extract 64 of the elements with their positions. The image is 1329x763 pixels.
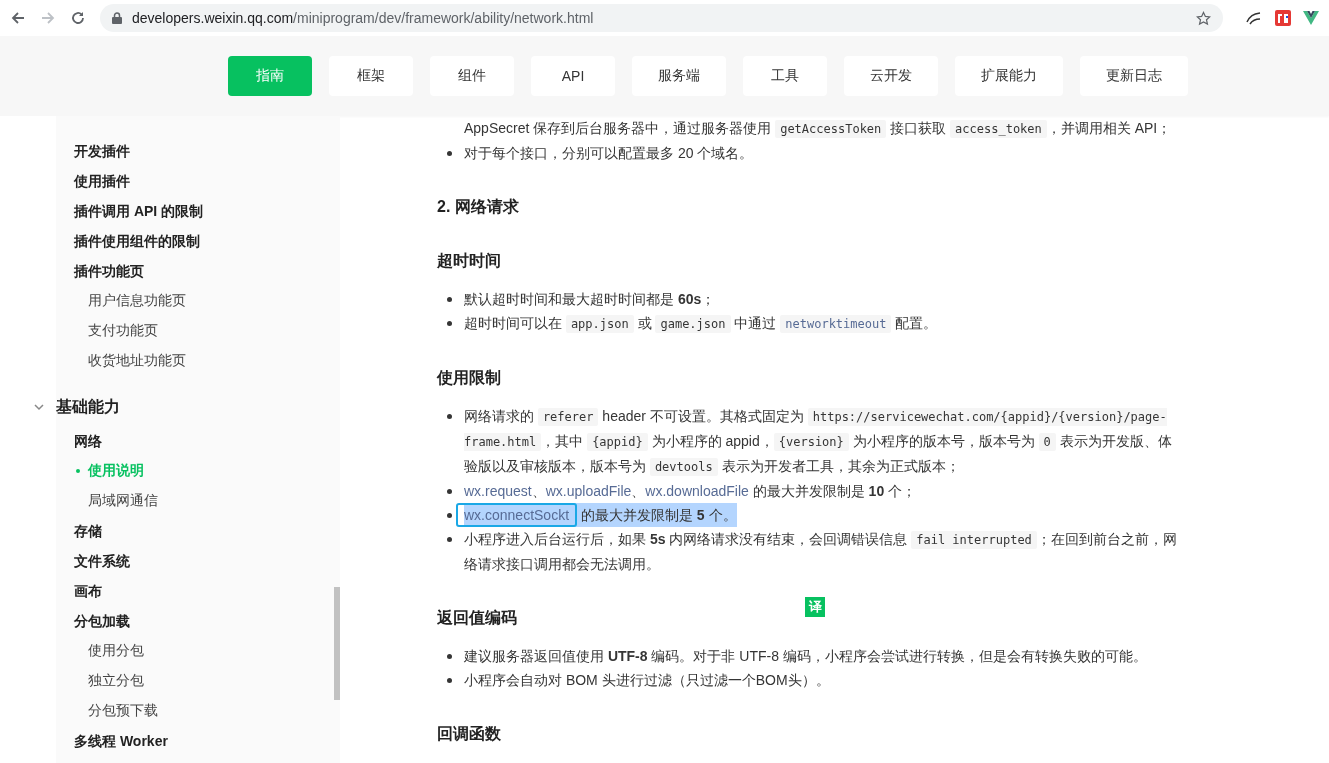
back-icon[interactable] [10, 10, 26, 26]
sidebar-item[interactable]: 插件功能页 [74, 256, 144, 286]
list-item-text: 默认超时时间和最大超时时间都是 60s； [464, 290, 717, 309]
nav-tab[interactable]: 扩展能力 [955, 56, 1063, 96]
scrollbar-thumb[interactable] [334, 587, 340, 700]
sidebar-item[interactable]: 支付功能页 [88, 316, 158, 346]
bullet-dot [447, 489, 452, 494]
bullet-dot [447, 513, 452, 518]
list-item-text: 小程序进入后台运行后，如果 5s 内网络请求没有结束，会回调错误信息 fail interrupted ；在回到前台之前，网络请求接口调用都会无法调用。 [464, 530, 1178, 574]
list-item-text: wx.request、wx.uploadFile、wx.downloadFile 的最大并发限制是 10 个； [464, 482, 918, 501]
nav-tab[interactable]: 工具 [743, 56, 827, 96]
sidebar-item[interactable]: 分包预下载 [88, 696, 158, 726]
list-item-text: 小程序会自动对 BOM 头进行过滤（只过滤一个BOM头）。 [464, 671, 831, 690]
list-item-text: 网络请求的 referer header 不可设置。其格式固定为 https://servicewechat.com/{appid}/{version}/page-frame.html ，其中 {appid} 为小程序的 appid， {version} 为小程序的版本号，版本号为 0 表示为开发版、体验版以及审核版本，版本号为 devtools 表示为开发者工具，其余为正式版本； [464, 407, 1173, 478]
list-item-text: 超时时间可以在 app.json 或 game.json 中通过 networktimeout 配置。 [464, 314, 939, 335]
star-icon[interactable] [1196, 10, 1211, 26]
address-bar[interactable]: developers.weixin.qq.com/miniprogram/dev/framework/ability/network.html [100, 4, 1223, 32]
nav-tab[interactable]: 组件 [430, 56, 514, 96]
link[interactable]: wx.connectSockt [456, 503, 578, 527]
sidebar-item[interactable]: 用户信息功能页 [88, 286, 186, 316]
sidebar-item[interactable]: 多线程 Worker [74, 726, 168, 756]
subsection-heading: 回调函数 [437, 724, 501, 744]
bullet-dot [447, 678, 452, 683]
link[interactable]: wx.request [464, 483, 532, 499]
nav-tab[interactable]: 更新日志 [1080, 56, 1188, 96]
sidebar-item[interactable]: 画布 [74, 576, 102, 606]
nav-tab[interactable]: 云开发 [844, 56, 938, 96]
list-item-text: AppSecret 保存到后台服务器中，通过服务器使用 getAccessToken 接口获取 access_token ，并调用相关 API； [463, 119, 1173, 140]
nav-tab[interactable]: 服务端 [632, 56, 726, 96]
nav-tab[interactable]: API [531, 56, 615, 96]
sidebar-item[interactable]: 使用分包 [88, 636, 144, 666]
list-item-text: 对于每个接口，分别可以配置最多 20 个域名。 [464, 144, 755, 163]
extension-icon[interactable] [1245, 10, 1263, 26]
sidebar-item[interactable]: 开发插件 [74, 136, 130, 166]
bullet-dot [447, 654, 452, 659]
reload-icon[interactable] [70, 10, 86, 26]
sidebar-item[interactable]: 独立分包 [88, 666, 144, 696]
link[interactable]: wx.downloadFile [645, 483, 749, 499]
sidebar-item[interactable]: 使用插件 [74, 166, 130, 196]
extension-icon[interactable] [1303, 11, 1319, 25]
sidebar-section-title[interactable]: 基础能力 [56, 396, 120, 418]
sidebar-item[interactable]: 文件系统 [74, 546, 130, 576]
sidebar-item[interactable]: 收货地址功能页 [88, 346, 186, 376]
subsection-heading: 超时时间 [437, 251, 501, 271]
link[interactable]: wx.uploadFile [545, 483, 632, 499]
bullet-dot [447, 537, 452, 542]
url-text: developers.weixin.qq.com/miniprogram/dev/framework/ability/network.html [132, 10, 595, 26]
sidebar-item[interactable]: 分包加载 [74, 606, 130, 636]
section-heading: 2. 网络请求 [437, 197, 520, 217]
sidebar-item[interactable]: 插件使用组件的限制 [74, 226, 200, 256]
lock-icon [112, 12, 122, 24]
nav-tab[interactable]: 框架 [329, 56, 413, 96]
list-item-text: 建议服务器返回值使用 UTF-8 编码。对于非 UTF-8 编码，小程序会尝试进行转换，但是会有转换失败的可能。 [464, 647, 1148, 666]
sidebar-item[interactable]: 局域网通信 [88, 486, 158, 516]
bullet-dot [447, 297, 452, 302]
code-link[interactable]: networktimeout [780, 315, 892, 333]
bullet-dot [447, 321, 452, 326]
subsection-heading: 使用限制 [437, 368, 501, 388]
sidebar-item[interactable]: 网络 [74, 426, 102, 456]
bullet-dot [447, 414, 452, 419]
sidebar-item[interactable]: 存储 [74, 516, 102, 546]
bullet-dot [447, 151, 452, 156]
subsection-heading: 返回值编码 [437, 608, 517, 628]
sidebar-item[interactable]: 插件调用 API 的限制 [74, 196, 204, 226]
